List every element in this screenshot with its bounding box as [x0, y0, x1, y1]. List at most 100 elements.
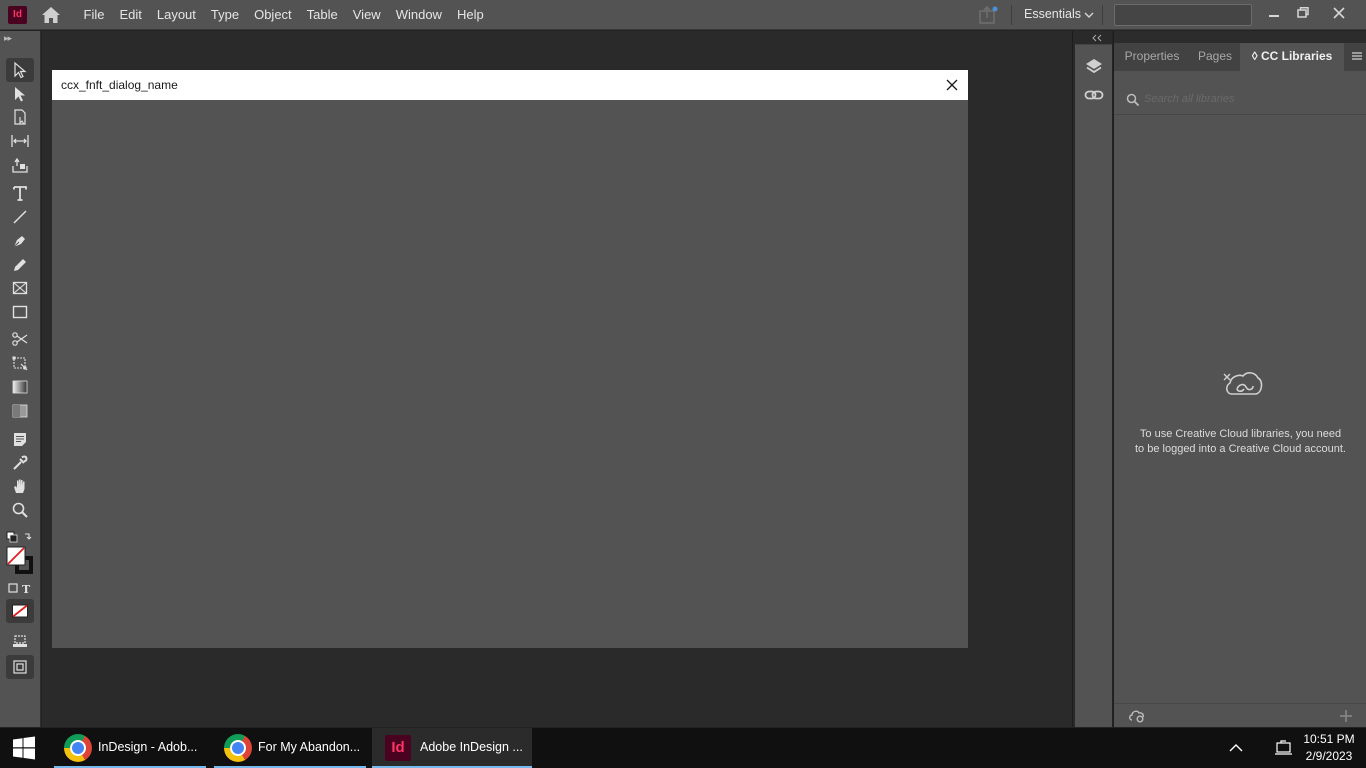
network-icon[interactable]: [1274, 740, 1294, 756]
home-button[interactable]: [40, 5, 62, 25]
cc-login-message: To use Creative Cloud libraries, you nee…: [1135, 428, 1346, 455]
menu-view[interactable]: View: [345, 0, 388, 30]
menu-bar: Id File Edit Layout Type Object Table Vi…: [0, 0, 1366, 30]
menubar-divider: [1102, 5, 1103, 25]
taskbar-item[interactable]: InDesign - Adob...: [54, 728, 206, 768]
collapse-arrows-icon: [1092, 34, 1102, 42]
scissors-tool[interactable]: [6, 327, 34, 351]
hand-tool[interactable]: [6, 474, 34, 498]
chevron-up-icon[interactable]: [1226, 740, 1246, 756]
taskbar-item-active[interactable]: Id Adobe InDesign ...: [372, 728, 532, 768]
view-mode-button[interactable]: [6, 655, 34, 679]
gradient-swatch-tool[interactable]: [6, 375, 34, 399]
gap-tool[interactable]: [6, 129, 34, 153]
start-button[interactable]: [0, 728, 48, 768]
dock-icons: [1075, 44, 1112, 144]
library-search-input[interactable]: [1144, 90, 1354, 108]
line-icon: [13, 210, 27, 224]
eyedropper-tool[interactable]: [6, 451, 34, 475]
rectangle-icon: [12, 305, 28, 319]
add-icon[interactable]: [1339, 709, 1353, 723]
direct-selection-tool[interactable]: [6, 82, 34, 106]
rectangle-frame-icon: [12, 281, 28, 295]
menu-object[interactable]: Object: [247, 0, 300, 30]
zoom-icon: [12, 502, 28, 518]
page-tool[interactable]: [6, 105, 34, 129]
close-window-button[interactable]: [1324, 0, 1354, 28]
free-transform-tool[interactable]: [6, 351, 34, 375]
workspace-switcher[interactable]: Essentials: [1024, 0, 1094, 30]
links-panel-button[interactable]: [1084, 85, 1104, 105]
fill-stroke-swatches[interactable]: [6, 543, 34, 579]
minimize-button[interactable]: [1259, 0, 1289, 28]
windows-logo-icon: [13, 736, 35, 760]
taskbar-item-label: Adobe InDesign ...: [420, 740, 523, 754]
tab-pages[interactable]: Pages: [1190, 43, 1240, 71]
panel-collapse-handle[interactable]: [1114, 31, 1366, 43]
hand-icon: [14, 479, 25, 493]
layers-panel-button[interactable]: [1084, 57, 1104, 77]
menu-table[interactable]: Table: [299, 0, 345, 30]
pencil-tool[interactable]: [6, 253, 34, 277]
indesign-logo-icon: Id: [8, 6, 27, 24]
screen-mode-button[interactable]: [6, 629, 34, 653]
free-transform-icon: [12, 356, 28, 371]
close-icon: [946, 79, 958, 91]
tab-properties[interactable]: Properties: [1114, 43, 1190, 71]
pen-icon: [13, 236, 25, 248]
taskbar-item-label: For My Abandon...: [258, 740, 361, 754]
layers-icon: [1086, 59, 1102, 74]
main-menu: File Edit Layout Type Object Table View …: [76, 0, 491, 30]
eyedropper-icon: [13, 455, 28, 470]
zoom-tool[interactable]: [6, 498, 34, 522]
indesign-icon: Id: [385, 735, 413, 763]
menu-file[interactable]: File: [76, 0, 112, 30]
cloud-settings-icon[interactable]: [1128, 709, 1146, 723]
rectangle-frame-tool[interactable]: [6, 276, 34, 300]
container-text-icon: T: [8, 583, 31, 596]
dock-empty-area: [1075, 144, 1112, 727]
menu-layout[interactable]: Layout: [149, 0, 203, 30]
tab-cc-libraries-label: CC Libraries: [1260, 49, 1333, 63]
panel-menu-icon[interactable]: [1351, 50, 1363, 62]
system-clock[interactable]: 10:51 PM 2/9/2023: [1298, 731, 1360, 765]
svg-text:T: T: [22, 583, 31, 596]
home-icon: [42, 7, 60, 23]
note-icon: [14, 433, 26, 446]
chrome-icon: [224, 734, 252, 762]
line-tool[interactable]: [6, 205, 34, 229]
taskbar-item-label: InDesign - Adob...: [98, 740, 198, 754]
collapsed-panel-dock: [1072, 31, 1112, 727]
links-icon: [1084, 90, 1104, 100]
formatting-affects-container[interactable]: T: [6, 577, 34, 601]
tab-cc-libraries[interactable]: ◊ CC Libraries: [1240, 43, 1344, 71]
collapse-arrows-icon[interactable]: ▸▸: [4, 33, 12, 44]
dock-collapse-handle[interactable]: [1073, 31, 1113, 43]
tools-panel: ▸▸ T: [0, 31, 41, 727]
content-collector-icon: [12, 157, 28, 173]
apply-none-swatch[interactable]: [6, 599, 34, 623]
share-button[interactable]: [976, 4, 1000, 26]
dialog-close-button[interactable]: [942, 75, 962, 95]
chevron-down-icon: [1084, 12, 1094, 18]
type-tool[interactable]: [6, 181, 34, 205]
gradient-feather-tool[interactable]: [6, 399, 34, 423]
content-collector-tool[interactable]: [6, 153, 34, 177]
taskbar-item[interactable]: For My Abandon...: [214, 728, 366, 768]
cc-dialog: ccx_fnft_dialog_name: [52, 70, 968, 648]
selection-tool[interactable]: [6, 58, 34, 82]
help-search-input[interactable]: [1114, 4, 1252, 26]
menu-window[interactable]: Window: [388, 0, 449, 30]
menu-edit[interactable]: Edit: [112, 0, 149, 30]
creative-cloud-disconnected-icon: [1223, 372, 1263, 395]
note-tool[interactable]: [6, 427, 34, 451]
restore-button[interactable]: [1288, 0, 1318, 28]
rectangle-tool[interactable]: [6, 300, 34, 324]
dialog-titlebar: ccx_fnft_dialog_name: [52, 70, 968, 100]
tab-arrows-icon: ◊: [1251, 49, 1261, 63]
pen-tool[interactable]: [6, 229, 34, 253]
menu-type[interactable]: Type: [203, 0, 246, 30]
chrome-icon: [64, 734, 92, 762]
menu-help[interactable]: Help: [449, 0, 491, 30]
gradient-feather-icon: [12, 404, 28, 418]
